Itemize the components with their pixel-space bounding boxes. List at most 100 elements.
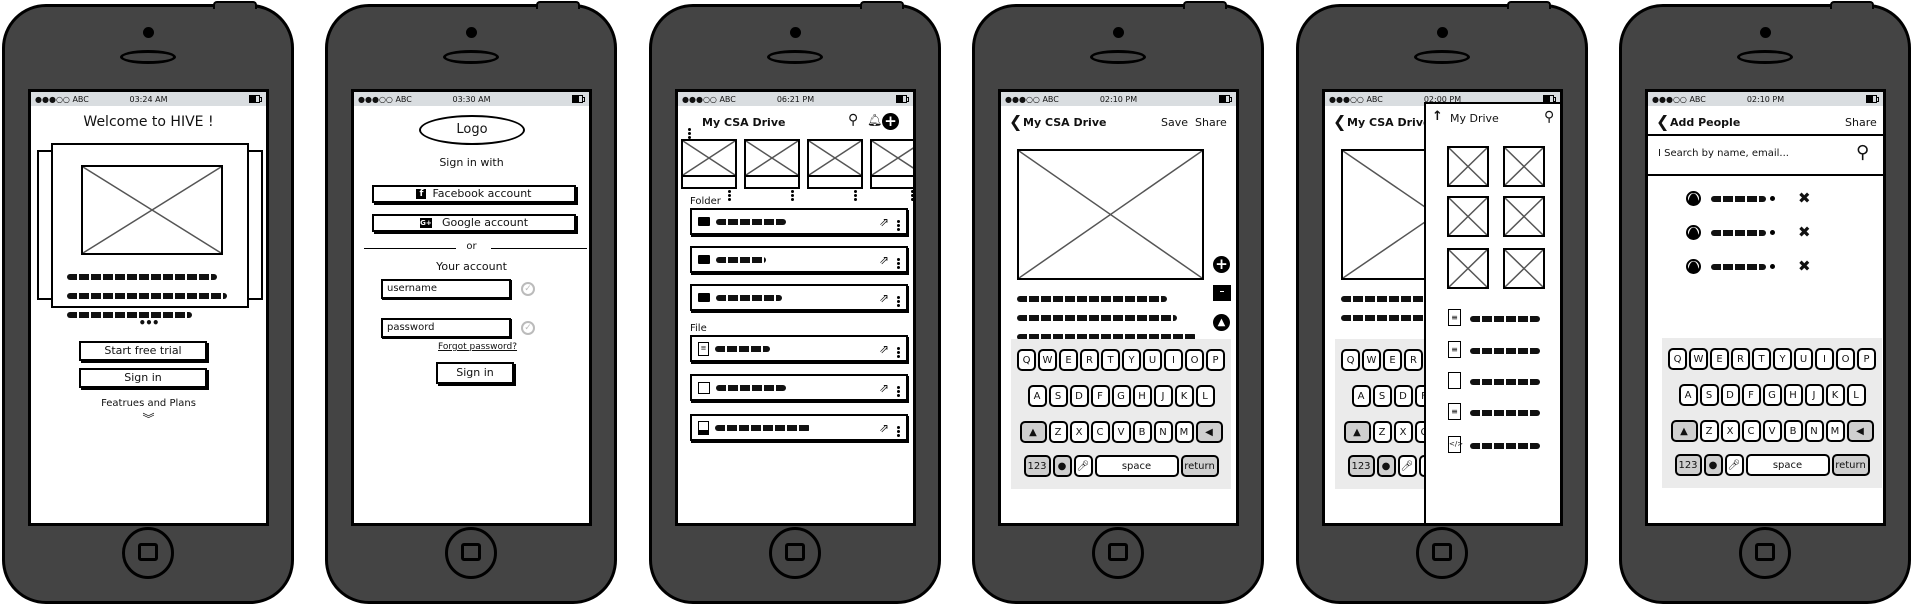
more-options-icon[interactable]	[897, 378, 900, 397]
more-options-icon[interactable]	[791, 178, 794, 201]
remove-icon[interactable]: ✖	[1798, 223, 1811, 241]
space-key[interactable]: space	[1094, 455, 1179, 477]
globe-key[interactable]: ●	[1376, 455, 1396, 477]
search-icon[interactable]: ⚲	[1856, 142, 1869, 163]
thumbnail-card[interactable]	[870, 139, 913, 201]
key-n[interactable]: N	[1804, 420, 1824, 442]
key-x[interactable]: X	[1720, 420, 1740, 442]
folder-row[interactable]: ⇗	[690, 284, 908, 311]
folder-row[interactable]: ⇗	[690, 208, 908, 235]
microphone-key[interactable]: 🎤︎	[1397, 455, 1417, 477]
key-v[interactable]: V	[1762, 420, 1782, 442]
key-s[interactable]: S	[1372, 385, 1392, 407]
shift-key[interactable]: ▲	[1019, 421, 1047, 443]
microphone-key[interactable]: 🎤︎	[1724, 454, 1744, 476]
thumbnail-card[interactable]	[681, 139, 737, 201]
key-t[interactable]: T	[1752, 348, 1771, 370]
key-d[interactable]: D	[1069, 385, 1089, 407]
space-key[interactable]: space	[1745, 454, 1830, 476]
more-options-icon[interactable]	[897, 418, 900, 437]
backspace-key[interactable]: ◀	[1195, 421, 1223, 443]
key-h[interactable]: H	[1783, 384, 1803, 406]
search-input[interactable]: I Search by name, email...	[1658, 148, 1789, 159]
remove-icon[interactable]: ✖	[1798, 257, 1811, 275]
back-icon[interactable]: ❮	[1009, 112, 1022, 131]
start-free-trial-button[interactable]: Start free trial	[79, 341, 207, 361]
add-icon[interactable]: +	[1213, 256, 1230, 273]
key-z[interactable]: Z	[1048, 421, 1068, 443]
back-icon[interactable]: ❮	[1333, 112, 1346, 131]
password-input[interactable]: password	[381, 318, 511, 338]
key-j[interactable]: J	[1153, 385, 1173, 407]
key-w[interactable]: W	[1689, 348, 1708, 370]
thumbnail-card[interactable]	[807, 139, 863, 201]
more-options-icon[interactable]	[728, 178, 731, 201]
archive-icon[interactable]	[1213, 285, 1231, 301]
key-h[interactable]: H	[1132, 385, 1152, 407]
key-y[interactable]: Y	[1122, 349, 1141, 371]
key-z[interactable]: Z	[1699, 420, 1719, 442]
share-icon[interactable]: ⇗	[879, 291, 889, 305]
image-thumbnail[interactable]	[1447, 146, 1489, 187]
more-options-icon[interactable]	[854, 178, 857, 201]
key-b[interactable]: B	[1132, 421, 1152, 443]
key-k[interactable]: K	[1825, 384, 1845, 406]
key-x[interactable]: X	[1393, 421, 1413, 443]
globe-key[interactable]: ●	[1703, 454, 1723, 476]
return-key[interactable]: return	[1180, 455, 1219, 477]
key-e[interactable]: E	[1383, 349, 1402, 371]
up-arrow-icon[interactable]: ↑	[1432, 109, 1443, 124]
username-input[interactable]: username	[381, 279, 511, 299]
key-w[interactable]: W	[1362, 349, 1381, 371]
file-item[interactable]: ≡	[1448, 309, 1560, 326]
more-options-icon[interactable]	[897, 212, 900, 231]
more-options-icon[interactable]	[897, 339, 900, 358]
share-icon[interactable]: ⇗	[879, 253, 889, 267]
key-n[interactable]: N	[1153, 421, 1173, 443]
key-u[interactable]: U	[1143, 349, 1162, 371]
add-icon[interactable]: +	[882, 113, 899, 130]
key-e[interactable]: E	[1710, 348, 1729, 370]
menu-icon[interactable]	[688, 116, 691, 139]
pager-dots[interactable]: •••	[31, 316, 266, 330]
key-r[interactable]: R	[1731, 348, 1750, 370]
numbers-key[interactable]: 123	[1674, 454, 1702, 476]
more-options-icon[interactable]	[911, 178, 913, 201]
key-l[interactable]: L	[1195, 385, 1215, 407]
save-button[interactable]: Save	[1161, 116, 1188, 129]
chevron-double-down-icon[interactable]: ︾	[31, 410, 266, 427]
key-t[interactable]: T	[1101, 349, 1120, 371]
more-options-icon[interactable]	[897, 250, 900, 269]
collapse-up-icon[interactable]: ▲	[1213, 314, 1230, 331]
google-sign-in-button[interactable]: G+ Google account	[372, 214, 576, 232]
numbers-key[interactable]: 123	[1023, 455, 1051, 477]
features-and-plans-link[interactable]: Featrues and Plans	[31, 398, 266, 409]
home-button[interactable]	[1739, 527, 1791, 579]
key-d[interactable]: D	[1393, 385, 1413, 407]
key-p[interactable]: P	[1857, 348, 1876, 370]
share-button[interactable]: Share	[1195, 116, 1227, 129]
key-r[interactable]: R	[1080, 349, 1099, 371]
carousel-card[interactable]	[51, 143, 249, 318]
key-a[interactable]: A	[1027, 385, 1047, 407]
key-a[interactable]: A	[1351, 385, 1371, 407]
key-w[interactable]: W	[1038, 349, 1057, 371]
key-a[interactable]: A	[1678, 384, 1698, 406]
image-thumbnail[interactable]	[1447, 196, 1489, 237]
search-bar[interactable]: I Search by name, email... ⚲	[1648, 134, 1883, 176]
sign-in-button[interactable]: Sign in	[436, 362, 514, 384]
key-s[interactable]: S	[1048, 385, 1068, 407]
image-thumbnail[interactable]	[1503, 146, 1545, 187]
key-i[interactable]: I	[1164, 349, 1183, 371]
home-button[interactable]	[1416, 527, 1468, 579]
globe-key[interactable]: ●	[1052, 455, 1072, 477]
back-icon[interactable]: ❮	[1656, 112, 1669, 131]
key-k[interactable]: K	[1174, 385, 1194, 407]
key-i[interactable]: I	[1815, 348, 1834, 370]
home-button[interactable]	[1092, 527, 1144, 579]
key-m[interactable]: M	[1174, 421, 1194, 443]
key-e[interactable]: E	[1059, 349, 1078, 371]
key-r[interactable]: R	[1404, 349, 1423, 371]
share-icon[interactable]: ⇗	[879, 342, 889, 356]
share-icon[interactable]: ⇗	[879, 421, 889, 435]
